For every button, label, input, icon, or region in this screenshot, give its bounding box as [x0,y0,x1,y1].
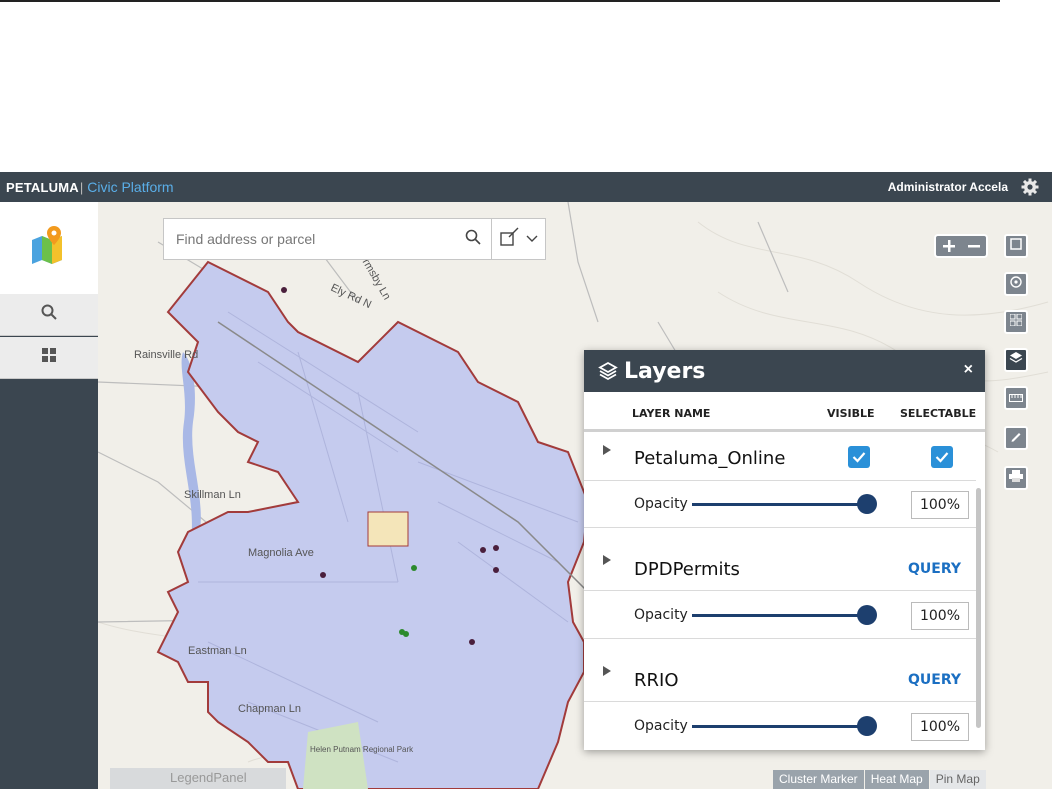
chevron-down-icon [526,230,538,248]
address-search-input[interactable] [164,219,454,259]
layers-panel-header: Layers × [584,350,985,392]
opacity-value[interactable]: 100% [911,602,969,630]
map-label: Skillman Ln [184,489,241,501]
tab-pin-map[interactable]: Pin Map [929,770,986,789]
sidebar [0,202,98,789]
draw-button[interactable] [1004,426,1028,450]
layers-panel: Layers × LAYER NAME VISIBLE SELECTABLE P… [584,350,985,750]
brand-name: PETALUMA [6,179,79,195]
tab-heat-map[interactable]: Heat Map [864,770,929,789]
map-pin-icon [30,226,68,264]
draw-tool-dropdown[interactable] [491,219,546,259]
app-window: PETALUMA | Civic Platform Administrator … [0,172,1052,789]
opacity-slider-handle[interactable] [857,494,877,514]
extent-icon [1010,237,1022,255]
row-divider [584,701,976,702]
column-visible: VISIBLE [827,407,875,420]
row-divider [584,527,976,528]
search-submit-button[interactable] [454,219,492,259]
marker-mode-tabs: Cluster Marker Heat Map Pin Map [772,770,986,789]
opacity-slider-handle[interactable] [857,716,877,736]
pencil-icon [1010,429,1022,447]
sidebar-search-button[interactable] [0,294,98,336]
map-label: Helen Putnam Regional Park [310,745,414,754]
layers-button[interactable] [1004,348,1028,372]
opacity-slider-handle[interactable] [857,605,877,625]
measure-button[interactable] [1004,386,1028,410]
basemap-grid-icon [1009,313,1023,331]
search-icon [465,229,481,250]
grid-icon [41,347,57,368]
layers-icon [1009,351,1023,370]
expand-arrow-icon[interactable] [603,445,611,455]
layers-icon [598,361,618,386]
opacity-value[interactable]: 100% [911,491,969,519]
map-label: Rainsville Rd [134,349,198,361]
expand-arrow-icon[interactable] [603,666,611,676]
brand-separator: | [79,179,84,195]
draw-shape-icon [500,227,522,252]
selectable-checkbox[interactable] [931,446,953,468]
close-button[interactable]: × [964,361,973,379]
map-label: Chapman Ln [238,703,301,715]
basemap-button[interactable] [1004,310,1028,334]
opacity-label: Opacity [634,718,688,734]
sidebar-map-logo[interactable] [0,202,98,294]
opacity-slider[interactable] [692,725,864,728]
print-button[interactable] [1004,466,1028,490]
sidebar-grid-button[interactable] [0,337,98,379]
opacity-slider[interactable] [692,614,864,617]
zoom-controls [934,234,988,258]
expand-arrow-icon[interactable] [603,555,611,565]
layer-name: Petaluma_Online [634,448,786,469]
search-icon [41,304,57,325]
printer-icon [1009,469,1023,487]
query-link[interactable]: QUERY [908,561,961,577]
user-name[interactable]: Administrator Accela [888,180,1008,194]
zoom-in-button[interactable] [936,236,961,256]
opacity-label: Opacity [634,607,688,623]
row-divider [584,638,976,639]
map-label: Eastman Ln [188,645,247,657]
crosshair-icon [1009,275,1023,294]
gear-icon[interactable] [1020,177,1040,197]
address-search-box [163,218,546,260]
locate-button[interactable] [1004,272,1028,296]
zoom-out-button[interactable] [961,236,986,256]
full-extent-button[interactable] [1004,234,1028,258]
visible-checkbox[interactable] [848,446,870,468]
top-bar: PETALUMA | Civic Platform Administrator … [0,172,1052,202]
top-rule [0,0,1000,2]
query-link[interactable]: QUERY [908,672,961,688]
legend-panel-tab[interactable]: LegendPanel [110,768,286,789]
product-name[interactable]: Civic Platform [87,179,173,195]
ruler-icon [1009,389,1023,407]
layers-scrollbar[interactable] [976,488,981,728]
map-label: Magnolia Ave [248,547,314,559]
row-divider [584,590,976,591]
column-layer-name: LAYER NAME [632,407,711,420]
opacity-slider[interactable] [692,503,864,506]
layer-name: RRIO [634,670,679,691]
tab-cluster-marker[interactable]: Cluster Marker [773,770,864,789]
column-selectable: SELECTABLE [900,407,977,420]
layer-name: DPDPermits [634,559,740,580]
opacity-value[interactable]: 100% [911,713,969,741]
opacity-label: Opacity [634,496,688,512]
row-divider [584,480,976,481]
layers-panel-title: Layers [624,359,706,384]
layers-column-headers: LAYER NAME VISIBLE SELECTABLE [584,392,985,432]
